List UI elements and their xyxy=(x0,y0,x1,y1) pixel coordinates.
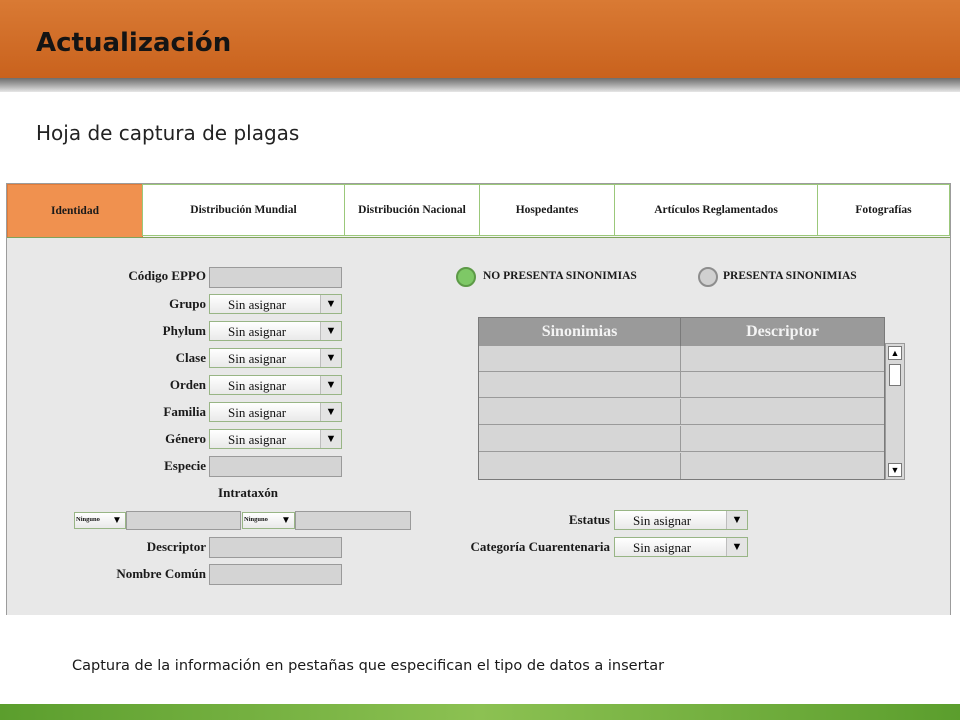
table-cell[interactable] xyxy=(681,346,884,372)
scroll-down-icon[interactable]: ▼ xyxy=(888,463,902,477)
tab-strip: Identidad Distribución Mundial Distribuc… xyxy=(7,184,950,238)
tab-identidad[interactable]: Identidad xyxy=(7,184,143,238)
scroll-up-icon[interactable]: ▲ xyxy=(888,346,902,360)
phylum-value: Sin asignar xyxy=(228,324,287,339)
estatus-select[interactable]: Sin asignar ▼ xyxy=(614,510,748,530)
genero-select[interactable]: Sin asignar ▼ xyxy=(209,429,342,449)
tab-distribucion-mundial[interactable]: Distribución Mundial xyxy=(142,184,345,236)
label-genero: Género xyxy=(165,431,206,446)
dropdown-arrow-icon: ▼ xyxy=(112,515,122,526)
table-cell[interactable] xyxy=(479,372,681,398)
label-intrataxon: Intrataxón xyxy=(218,485,278,500)
dropdown-arrow-icon: ▼ xyxy=(320,376,341,394)
orden-select[interactable]: Sin asignar ▼ xyxy=(209,375,342,395)
table-scrollbar[interactable]: ▲ ▼ xyxy=(885,343,905,480)
dropdown-arrow-icon: ▼ xyxy=(320,295,341,313)
dropdown-arrow-icon: ▼ xyxy=(281,515,291,526)
familia-value: Sin asignar xyxy=(228,405,287,420)
genero-value: Sin asignar xyxy=(228,432,287,447)
dropdown-arrow-icon: ▼ xyxy=(320,430,341,448)
table-cell[interactable] xyxy=(681,399,884,425)
codigo-eppo-input[interactable] xyxy=(209,267,342,288)
dropdown-arrow-icon: ▼ xyxy=(726,538,747,556)
column-header-descriptor: Descriptor xyxy=(681,318,884,346)
label-familia: Familia xyxy=(163,404,206,419)
descriptor-input[interactable] xyxy=(209,537,342,558)
label-clase: Clase xyxy=(175,350,206,365)
sinonimias-table: Sinonimias Descriptor xyxy=(478,317,885,480)
label-estatus: Estatus xyxy=(568,512,610,527)
label-categoria-cuarentenaria: Categoría Cuarentenaria xyxy=(470,539,610,554)
label-codigo-eppo: Código EPPO xyxy=(128,268,206,283)
categoria-value: Sin asignar xyxy=(633,540,692,555)
radio-no-presenta-sinonimias[interactable] xyxy=(456,267,476,287)
header-shadow xyxy=(0,78,960,92)
grupo-select[interactable]: Sin asignar ▼ xyxy=(209,294,342,314)
label-grupo: Grupo xyxy=(169,296,206,311)
table-cell[interactable] xyxy=(479,346,681,372)
nombre-comun-input[interactable] xyxy=(209,564,342,585)
radio-presenta-sinonimias[interactable] xyxy=(698,267,718,287)
intrataxon-select-1[interactable]: Ninguno ▼ xyxy=(74,512,126,529)
label-orden: Orden xyxy=(169,377,206,392)
dropdown-arrow-icon: ▼ xyxy=(320,322,341,340)
page-title: Actualización xyxy=(36,28,232,58)
dropdown-arrow-icon: ▼ xyxy=(320,349,341,367)
caption: Captura de la información en pestañas qu… xyxy=(72,658,665,674)
label-especie: Especie xyxy=(164,458,206,473)
tab-hospedantes[interactable]: Hospedantes xyxy=(479,184,615,236)
tab-distribucion-nacional[interactable]: Distribución Nacional xyxy=(344,184,480,236)
intrataxon-input-2[interactable] xyxy=(295,511,411,530)
intrataxon-select-1-value: Ninguno xyxy=(76,516,100,523)
orden-value: Sin asignar xyxy=(228,378,287,393)
table-cell[interactable] xyxy=(681,372,884,398)
subtitle: Hoja de captura de plagas xyxy=(36,121,300,145)
intrataxon-input-1[interactable] xyxy=(126,511,241,530)
tab-fotografias[interactable]: Fotografías xyxy=(817,184,950,236)
label-descriptor: Descriptor xyxy=(146,539,206,554)
table-cell[interactable] xyxy=(681,426,884,452)
scroll-thumb[interactable] xyxy=(889,364,901,386)
tab-articulos-reglamentados[interactable]: Artículos Reglamentados xyxy=(614,184,818,236)
table-cell[interactable] xyxy=(479,426,681,452)
phylum-select[interactable]: Sin asignar ▼ xyxy=(209,321,342,341)
label-no-presenta-sinonimias: NO PRESENTA SINONIMIAS xyxy=(483,270,637,282)
intrataxon-select-2-value: Ninguno xyxy=(244,516,268,523)
dropdown-arrow-icon: ▼ xyxy=(726,511,747,529)
estatus-value: Sin asignar xyxy=(633,513,692,528)
header-bar: Actualización xyxy=(0,0,960,78)
especie-input[interactable] xyxy=(209,456,342,477)
label-nombre-comun: Nombre Común xyxy=(116,566,206,581)
grupo-value: Sin asignar xyxy=(228,297,287,312)
label-phylum: Phylum xyxy=(162,323,206,338)
categoria-cuarentenaria-select[interactable]: Sin asignar ▼ xyxy=(614,537,748,557)
clase-select[interactable]: Sin asignar ▼ xyxy=(209,348,342,368)
footer-bar xyxy=(0,704,960,720)
intrataxon-select-2[interactable]: Ninguno ▼ xyxy=(242,512,295,529)
clase-value: Sin asignar xyxy=(228,351,287,366)
label-presenta-sinonimias: PRESENTA SINONIMIAS xyxy=(723,270,857,282)
table-cell[interactable] xyxy=(681,453,884,479)
column-header-sinonimias: Sinonimias xyxy=(479,318,681,346)
table-cell[interactable] xyxy=(479,453,681,479)
table-cell[interactable] xyxy=(479,399,681,425)
familia-select[interactable]: Sin asignar ▼ xyxy=(209,402,342,422)
dropdown-arrow-icon: ▼ xyxy=(320,403,341,421)
